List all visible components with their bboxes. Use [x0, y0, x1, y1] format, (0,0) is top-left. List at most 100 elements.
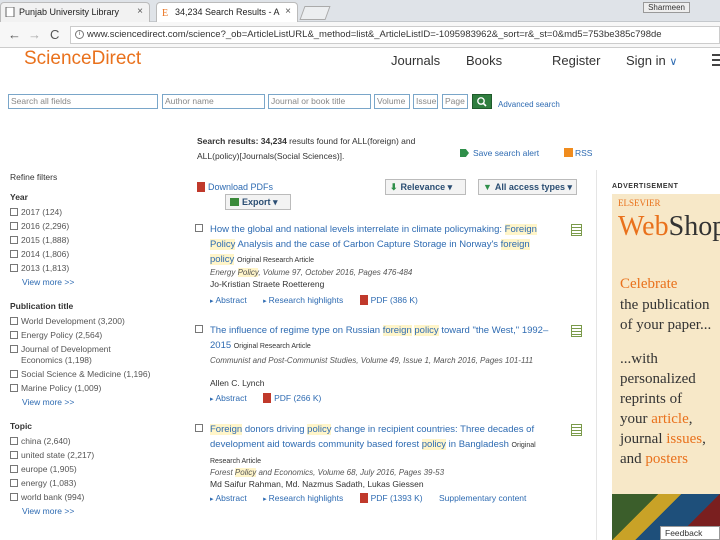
pdf-icon	[263, 393, 272, 403]
view-more-link[interactable]: View more >>	[22, 397, 190, 407]
nav-journals[interactable]: Journals	[391, 53, 440, 68]
filter-option[interactable]: china (2,640)	[10, 436, 190, 447]
result-title[interactable]: Foreign donors driving policy change in …	[210, 422, 555, 469]
export-button[interactable]: Export ▾	[225, 194, 291, 210]
pdf-link[interactable]: PDF (386 K)	[371, 295, 418, 305]
checkbox[interactable]	[10, 384, 18, 392]
back-button[interactable]: ←	[8, 27, 21, 42]
document-icon[interactable]	[571, 224, 582, 236]
download-pdfs-link[interactable]: Download PDFs	[197, 182, 273, 192]
ad-line: personalized	[620, 371, 696, 387]
rss-link[interactable]: RSS	[564, 148, 592, 158]
ad-line: of your paper...	[620, 317, 712, 333]
checkbox[interactable]	[10, 236, 18, 244]
filter-option[interactable]: world bank (994)	[10, 492, 190, 503]
new-tab-button[interactable]	[299, 6, 331, 20]
highlights-link[interactable]: Research highlights	[269, 295, 344, 305]
result-authors: Md Saifur Rahman, Md. Nazmus Sadath, Luk…	[210, 479, 424, 489]
checkbox[interactable]	[10, 493, 18, 501]
checkbox[interactable]	[10, 208, 18, 216]
access-type-dropdown[interactable]: ▼ All access types ▾	[478, 179, 577, 195]
filter-option[interactable]: World Development (3,200)	[10, 316, 190, 327]
filter-option[interactable]: 2015 (1,888)	[10, 235, 190, 246]
document-icon[interactable]	[571, 325, 582, 337]
address-bar-row: ← → C i www.sciencedirect.com/science?_o…	[0, 22, 720, 48]
abstract-link[interactable]: Abstract	[216, 295, 247, 305]
result-checkbox[interactable]	[195, 224, 203, 232]
reload-button[interactable]: C	[50, 27, 59, 42]
checkbox[interactable]	[10, 222, 18, 230]
text-run: The influence of regime type on Russian	[210, 325, 383, 336]
info-icon[interactable]: i	[75, 30, 84, 39]
close-icon[interactable]: ×	[285, 3, 291, 21]
close-icon[interactable]: ×	[137, 3, 143, 21]
view-more-link[interactable]: View more >>	[22, 277, 190, 287]
checkbox[interactable]	[10, 317, 18, 325]
filter-option[interactable]: europe (1,905)	[10, 464, 190, 475]
arrow-down-icon: ⬇	[390, 182, 398, 192]
menu-icon[interactable]	[712, 54, 720, 69]
volume-input[interactable]: Volume	[374, 94, 410, 109]
checkbox[interactable]	[10, 451, 18, 459]
issue-input[interactable]: Issue	[413, 94, 438, 109]
checkbox[interactable]	[10, 345, 18, 353]
filter-label: china (2,640)	[21, 436, 71, 446]
tab-punjab-library[interactable]: Punjab University Library ×	[0, 2, 150, 22]
filter-option[interactable]: 2016 (2,296)	[10, 221, 190, 232]
url-field[interactable]: i www.sciencedirect.com/science?_ob=Arti…	[70, 26, 720, 44]
abstract-link[interactable]: Abstract	[216, 493, 247, 503]
filter-option[interactable]: united state (2,217)	[10, 450, 190, 461]
result-checkbox[interactable]	[195, 325, 203, 333]
checkbox[interactable]	[10, 264, 18, 272]
ad-text: and	[620, 451, 646, 467]
filter-option[interactable]: 2014 (1,806)	[10, 249, 190, 260]
filter-option[interactable]: 2017 (124)	[10, 207, 190, 218]
view-more-link[interactable]: View more >>	[22, 506, 190, 516]
search-button[interactable]	[472, 94, 492, 109]
abstract-link[interactable]: Abstract	[216, 393, 247, 403]
page-input[interactable]: Page	[442, 94, 468, 109]
supplementary-link[interactable]: Supplementary content	[439, 493, 526, 503]
filter-option[interactable]: energy (1,083)	[10, 478, 190, 489]
nav-books[interactable]: Books	[466, 53, 502, 68]
ad-highlight: issues	[666, 431, 703, 447]
search-all-fields-input[interactable]: Search all fields	[8, 94, 158, 109]
highlighted-term: Policy	[210, 239, 236, 250]
nav-sign-in[interactable]: Sign in ∨	[626, 53, 677, 68]
filter-option[interactable]: 2013 (1,813)	[10, 263, 190, 274]
highlights-link[interactable]: Research highlights	[269, 493, 344, 503]
result-checkbox[interactable]	[195, 424, 203, 432]
advanced-search-link[interactable]: Advanced search	[498, 100, 560, 109]
forward-button[interactable]: →	[28, 27, 41, 42]
result-title[interactable]: The influence of regime type on Russian …	[210, 323, 555, 354]
checkbox[interactable]	[10, 370, 18, 378]
shop-text: Shop	[668, 211, 720, 242]
webshop-advertisement[interactable]: ELSEVIER WebShop Celebrate the publicati…	[612, 194, 720, 540]
sort-relevance-dropdown[interactable]: ⬇ Relevance ▾	[385, 179, 466, 195]
journal-title-input[interactable]: Journal or book title	[268, 94, 371, 109]
checkbox[interactable]	[10, 437, 18, 445]
filter-option[interactable]: Marine Policy (1,009)	[10, 383, 190, 394]
filter-label: world bank (994)	[21, 492, 85, 502]
checkbox[interactable]	[10, 465, 18, 473]
result-title[interactable]: How the global and national levels inter…	[210, 222, 555, 268]
document-icon[interactable]	[571, 424, 582, 436]
export-icon	[230, 198, 239, 206]
pdf-link[interactable]: PDF (1393 K)	[371, 493, 423, 503]
save-search-alert-link[interactable]: Save search alert	[460, 148, 539, 158]
filter-option[interactable]: Journal of Development Economics (1,198)	[10, 344, 190, 366]
checkbox[interactable]	[10, 479, 18, 487]
pdf-link[interactable]: PDF (266 K)	[274, 393, 321, 403]
chevron-down-icon: ∨	[669, 56, 678, 68]
tab-search-results[interactable]: E 34,234 Search Results - A ×	[156, 2, 298, 22]
url-text: www.sciencedirect.com/science?_ob=Articl…	[87, 29, 662, 40]
author-name-input[interactable]: Author name	[162, 94, 265, 109]
feedback-button[interactable]: Feedback	[660, 526, 720, 540]
sciencedirect-logo[interactable]: ScienceDirect	[24, 48, 141, 70]
nav-register[interactable]: Register	[552, 53, 600, 68]
filter-option[interactable]: Energy Policy (2,564)	[10, 330, 190, 341]
checkbox[interactable]	[10, 331, 18, 339]
checkbox[interactable]	[10, 250, 18, 258]
result-source: Communist and Post-Communist Studies, Vo…	[210, 355, 540, 366]
filter-option[interactable]: Social Science & Medicine (1,196)	[10, 369, 190, 380]
